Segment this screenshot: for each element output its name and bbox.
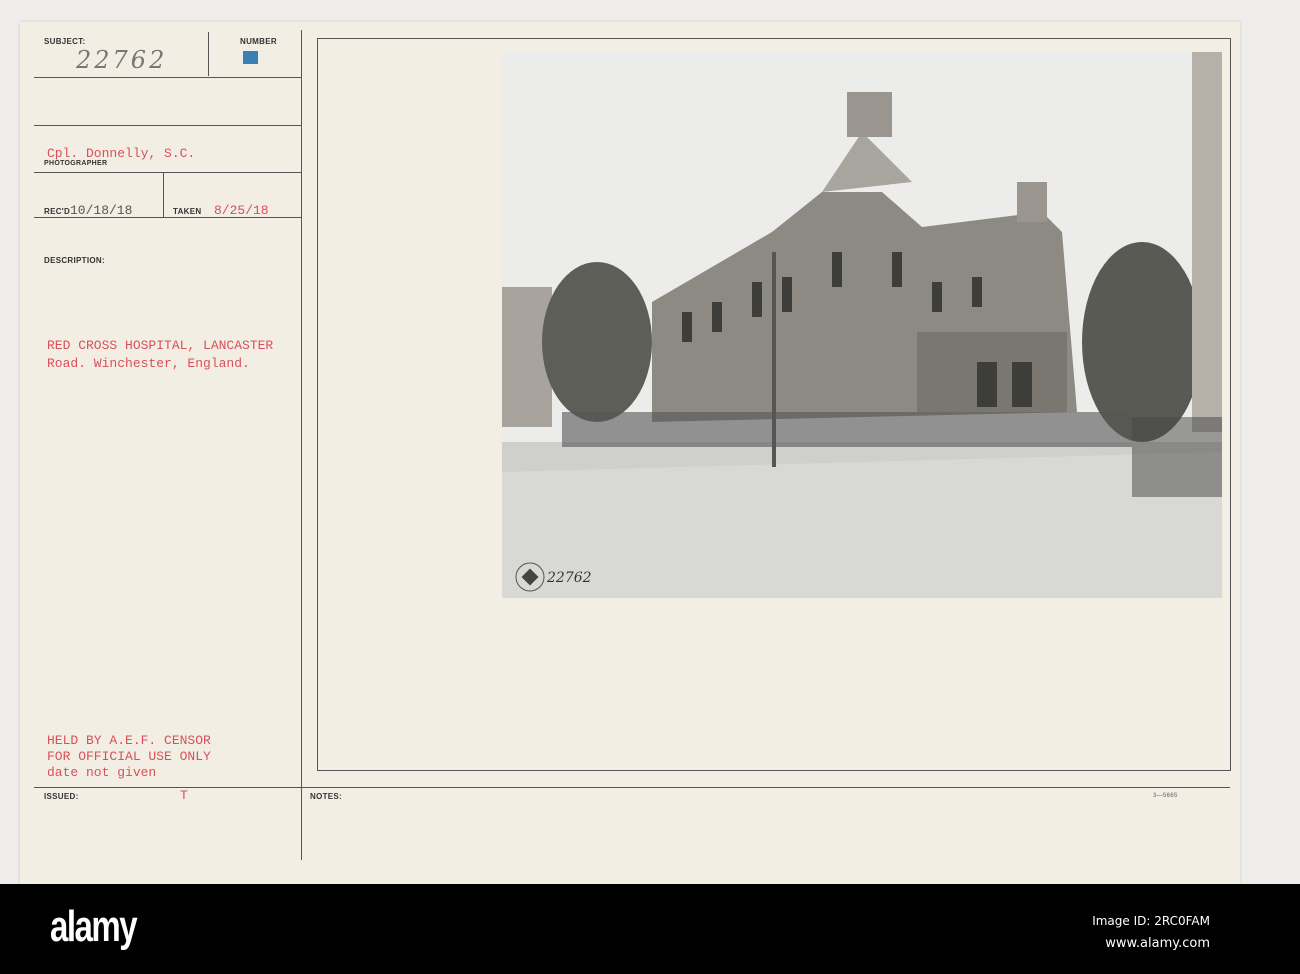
issued-label: ISSUED: (44, 792, 79, 801)
censor-line-1: HELD BY A.E.F. CENSOR (47, 733, 211, 748)
description-line-1: RED CROSS HOSPITAL, LANCASTER (47, 338, 274, 353)
recd-label: REC'D (44, 207, 71, 216)
hospital-building-photo: 22762 (502, 52, 1222, 598)
number-divider (208, 32, 209, 76)
description-label: DESCRIPTION: (44, 256, 105, 265)
image-id: Image ID: 2RC0FAM (1092, 914, 1210, 928)
form-number: 3—5665 (1153, 793, 1178, 799)
alamy-logo: alamy (50, 902, 138, 951)
taken-label: TAKEN (173, 207, 202, 216)
divider (34, 172, 301, 173)
date-divider (163, 172, 164, 217)
subject-label: SUBJECT: (44, 37, 86, 46)
divider (34, 125, 301, 126)
issued-mark: T (180, 788, 188, 803)
recd-date: 10/18/18 (70, 203, 133, 218)
notes-label: NOTES: (310, 792, 343, 801)
archive-record-card: SUBJECT: 22762 NUMBER Cpl. Donnelly, S.C… (20, 22, 1240, 884)
photograph: 22762 (502, 52, 1222, 598)
number-label: NUMBER (240, 37, 277, 46)
censor-line-2: FOR OFFICIAL USE ONLY (47, 749, 211, 764)
photo-stamp-number: 22762 (546, 570, 592, 586)
footer-bar: alamy Image ID: 2RC0FAM www.alamy.com (0, 884, 1300, 974)
divider (34, 787, 1230, 788)
photographer-label: PHOTOGRAPHER (44, 160, 108, 167)
website-link[interactable]: www.alamy.com (1105, 936, 1210, 951)
taken-date: 8/25/18 (214, 203, 269, 218)
photographer-name: Cpl. Donnelly, S.C. (47, 146, 196, 161)
blue-stamp-mark (243, 51, 258, 64)
description-line-2: Road. Winchester, England. (47, 356, 250, 371)
subject-number: 22762 (76, 46, 168, 74)
column-divider (301, 30, 302, 860)
censor-line-3: date not given (47, 765, 157, 780)
divider (34, 77, 301, 78)
